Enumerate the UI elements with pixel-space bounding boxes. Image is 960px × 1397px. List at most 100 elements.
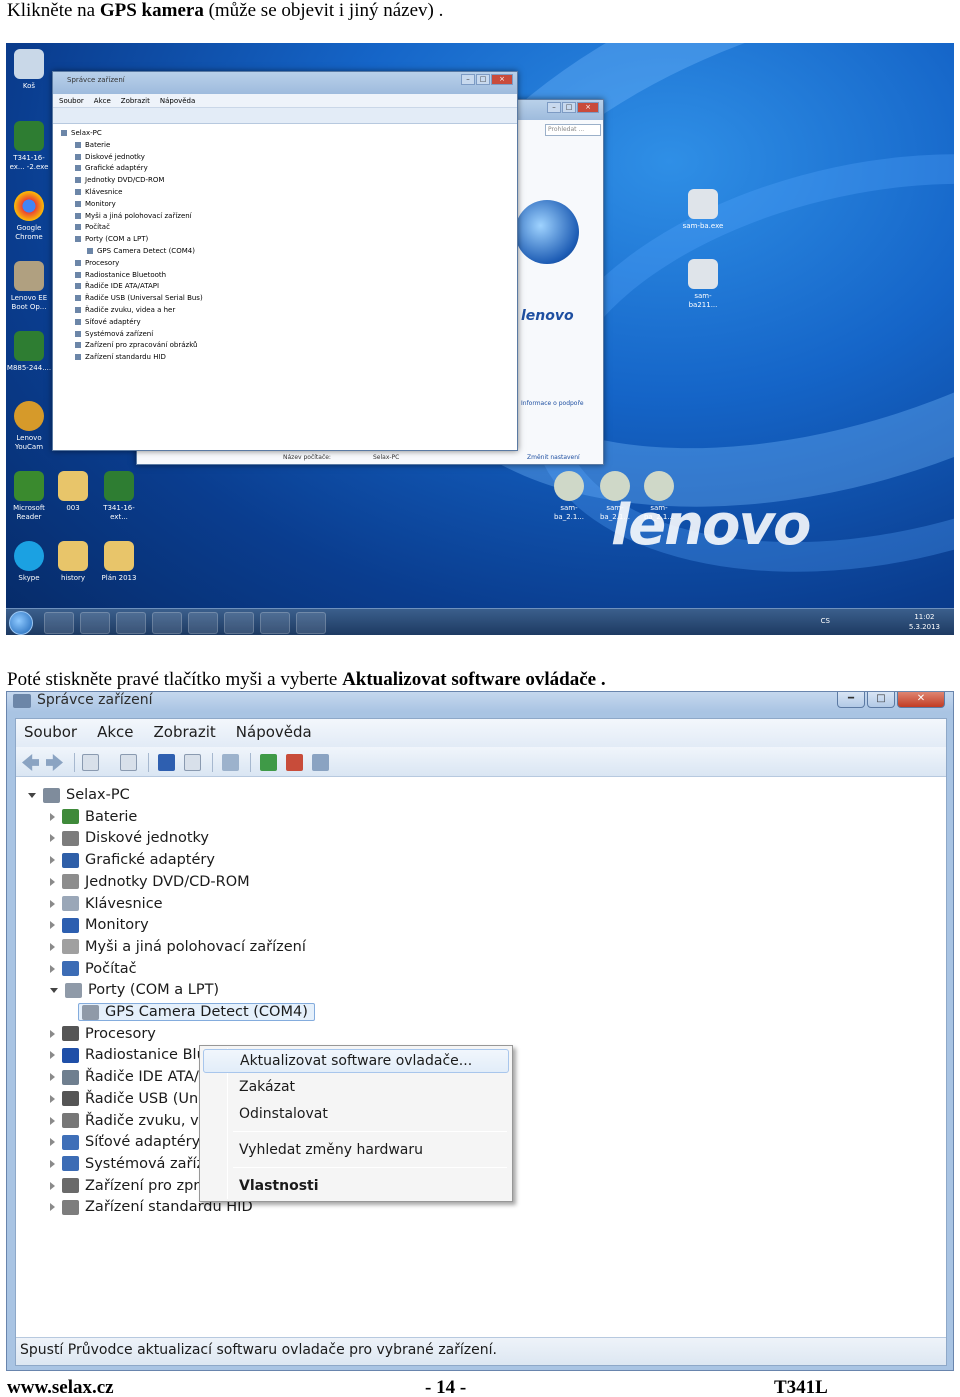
- desktop-icon-chrome[interactable]: Google Chrome: [6, 191, 52, 242]
- tree-category[interactable]: Diskové jednotky: [50, 828, 209, 848]
- expand-arrow-icon[interactable]: [50, 921, 55, 930]
- change-settings-link[interactable]: Změnit nastavení: [527, 454, 580, 461]
- menu-item[interactable]: Akce: [94, 97, 111, 105]
- taskbar-toolbox-icon[interactable]: [296, 612, 326, 634]
- mini-tree-item[interactable]: Radiostanice Bluetooth: [61, 270, 517, 282]
- clock[interactable]: 11:02 5.3.2013: [909, 612, 940, 632]
- mini-device-manager-window[interactable]: Správce zařízení – □ × Soubor Akce Zobrazi…: [52, 71, 518, 451]
- tree-category[interactable]: Grafické adaptéry: [50, 850, 215, 870]
- mini-tree-item[interactable]: Jednotky DVD/CD-ROM: [61, 175, 517, 187]
- tree-category[interactable]: Myši a jiná polohovací zařízení: [50, 937, 306, 957]
- titlebar[interactable]: Správce zařízení ━ □ ✕: [7, 692, 953, 712]
- expand-arrow-icon[interactable]: [50, 1116, 55, 1125]
- mini-tree-item[interactable]: Zařízení standardu HID: [61, 352, 517, 364]
- tree-category[interactable]: Monitory: [50, 915, 149, 935]
- menu-item[interactable]: Soubor: [59, 97, 84, 105]
- properties-icon[interactable]: [120, 754, 137, 771]
- expand-arrow-icon[interactable]: [50, 1138, 55, 1147]
- menu-napoveda[interactable]: Nápověda: [236, 723, 312, 747]
- desktop-icon-recycle-bin[interactable]: Koš: [6, 49, 52, 91]
- close-icon[interactable]: ✕: [897, 692, 945, 708]
- mini-tree-item[interactable]: Porty (COM a LPT): [61, 234, 517, 246]
- mini-tree-item[interactable]: Diskové jednotky: [61, 152, 517, 164]
- expand-arrow-icon[interactable]: [28, 792, 36, 798]
- taskbar-app-icon[interactable]: [224, 612, 254, 634]
- expand-arrow-icon[interactable]: [50, 1094, 55, 1103]
- tree-category[interactable]: Baterie: [50, 807, 137, 827]
- ctx-update-driver[interactable]: Aktualizovat software ovladače...: [203, 1049, 509, 1073]
- ctx-uninstall[interactable]: Odinstalovat: [203, 1103, 509, 1127]
- taskbar-explorer-icon[interactable]: [44, 612, 74, 634]
- help-icon[interactable]: [158, 754, 175, 771]
- expand-arrow-icon[interactable]: [50, 1159, 55, 1168]
- mini-tree-item[interactable]: Klávesnice: [61, 187, 517, 199]
- language-indicator[interactable]: CS: [821, 617, 830, 625]
- ctx-properties[interactable]: Vlastnosti: [203, 1175, 509, 1199]
- expand-arrow-icon[interactable]: [50, 877, 55, 886]
- expand-arrow-icon[interactable]: [50, 856, 55, 865]
- menu-zobrazit[interactable]: Zobrazit: [154, 723, 216, 747]
- mini-tree-item[interactable]: Síťové adaptéry: [61, 317, 517, 329]
- forward-icon[interactable]: [46, 754, 63, 771]
- mini-tree-item[interactable]: Selax-PC: [61, 128, 517, 140]
- ctx-scan-hardware[interactable]: Vyhledat změny hardwaru: [203, 1139, 509, 1163]
- close-icon[interactable]: ×: [491, 74, 513, 85]
- tree-category[interactable]: Jednotky DVD/CD-ROM: [50, 872, 250, 892]
- menu-soubor[interactable]: Soubor: [24, 723, 77, 747]
- desktop-icon-sam-ba[interactable]: sam-ba.exe: [680, 189, 726, 231]
- close-icon[interactable]: ×: [577, 102, 599, 113]
- desktop-icon-history[interactable]: history: [50, 541, 96, 583]
- mini-tree-item[interactable]: Řadiče IDE ATA/ATAPI: [61, 281, 517, 293]
- taskbar-media-icon[interactable]: [80, 612, 110, 634]
- taskbar-device-manager-icon[interactable]: [260, 612, 290, 634]
- maximize-icon[interactable]: □: [476, 74, 490, 85]
- tree-root[interactable]: Selax-PC: [28, 785, 130, 805]
- tree-category[interactable]: Řadiče zvuku, vi: [50, 1111, 203, 1131]
- tree-category[interactable]: Počítač: [50, 959, 137, 979]
- menu-item[interactable]: Zobrazit: [121, 97, 150, 105]
- desktop-icon-m885[interactable]: M885-244....: [6, 331, 52, 373]
- enable-icon[interactable]: [312, 754, 329, 771]
- console-icon[interactable]: [184, 754, 201, 771]
- minimize-icon[interactable]: –: [461, 74, 475, 85]
- menu-item[interactable]: Nápověda: [160, 97, 195, 105]
- desktop-icon-exe[interactable]: T341-16-ex... -2.exe: [6, 121, 52, 172]
- search-input[interactable]: Prohledat ...: [545, 124, 601, 136]
- menu-akce[interactable]: Akce: [97, 723, 133, 747]
- mini-tree-item[interactable]: Řadiče USB (Universal Serial Bus): [61, 293, 517, 305]
- expand-arrow-icon[interactable]: [50, 1073, 55, 1082]
- tree-category[interactable]: Klávesnice: [50, 894, 163, 914]
- desktop-icon-reader[interactable]: Microsoft Reader: [6, 471, 52, 522]
- tree-category[interactable]: Procesory: [50, 1024, 156, 1044]
- desktop-icon-t341[interactable]: T341-16-ext...: [96, 471, 142, 522]
- desktop-icon-youcam[interactable]: Lenovo YouCam: [6, 401, 52, 452]
- support-link[interactable]: Informace o podpoře: [521, 400, 584, 407]
- view-icon[interactable]: [82, 754, 99, 771]
- taskbar-chrome-icon[interactable]: [116, 612, 146, 634]
- desktop-icon-sam-ba-2[interactable]: sam-ba_2.1...: [546, 471, 592, 522]
- mini-tree-item[interactable]: Monitory: [61, 199, 517, 211]
- desktop-icon-plan[interactable]: Plán 2013: [96, 541, 142, 583]
- mini-window-titlebar[interactable]: Správce zařízení – □ ×: [53, 72, 517, 94]
- desktop-icon-folder-003[interactable]: 003: [50, 471, 96, 513]
- expand-arrow-icon[interactable]: [50, 1203, 55, 1212]
- mini-tree-item[interactable]: Procesory: [61, 258, 517, 270]
- scan-hardware-icon[interactable]: [222, 754, 239, 771]
- collapse-arrow-icon[interactable]: [50, 987, 58, 993]
- device-manager-window[interactable]: Správce zařízení ━ □ ✕ Soubor Akce Zobra…: [6, 691, 954, 1371]
- mini-tree-item[interactable]: GPS Camera Detect (COM4): [61, 246, 517, 258]
- tree-item-gps-camera[interactable]: GPS Camera Detect (COM4): [78, 1002, 315, 1022]
- expand-arrow-icon[interactable]: [50, 964, 55, 973]
- mini-tree-item[interactable]: Baterie: [61, 140, 517, 152]
- taskbar-document-icon[interactable]: [188, 612, 218, 634]
- expand-arrow-icon[interactable]: [50, 834, 55, 843]
- expand-arrow-icon[interactable]: [50, 942, 55, 951]
- desktop-icon-lenovo-ee[interactable]: Lenovo EE Boot Op...: [6, 261, 52, 312]
- tree-category[interactable]: Řadiče USB (Uni: [50, 1089, 202, 1109]
- expand-arrow-icon[interactable]: [50, 899, 55, 908]
- maximize-icon[interactable]: □: [562, 102, 576, 113]
- maximize-icon[interactable]: □: [867, 692, 895, 708]
- minimize-icon[interactable]: ━: [837, 692, 865, 708]
- back-icon[interactable]: [22, 754, 39, 771]
- mini-tree-item[interactable]: Myši a jiná polohovací zařízení: [61, 211, 517, 223]
